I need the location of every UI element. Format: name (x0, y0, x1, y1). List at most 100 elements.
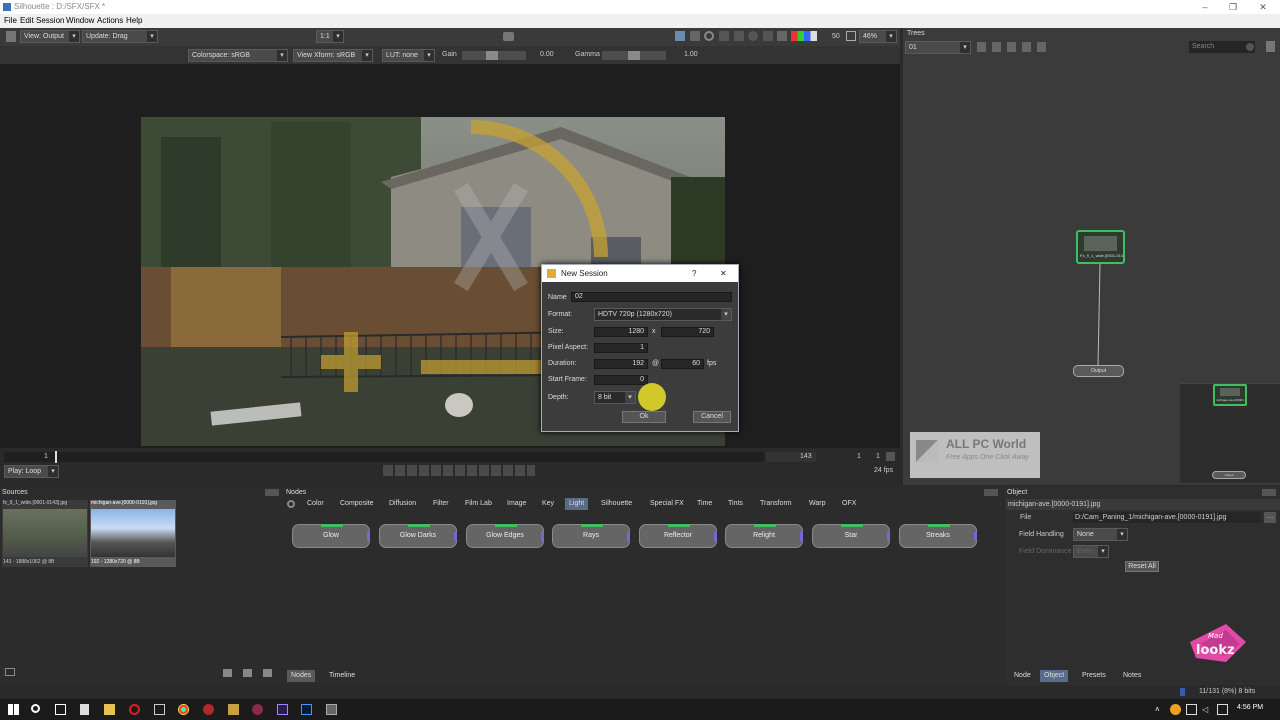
viewer-options-icon[interactable] (6, 31, 16, 42)
category-key[interactable]: Key (538, 498, 558, 510)
category-film-lab[interactable]: Film Lab (461, 498, 496, 510)
node-button-streaks[interactable]: Streaks (899, 524, 977, 548)
tab-timeline[interactable]: Timeline (325, 670, 359, 682)
tray-app-icon[interactable] (1170, 704, 1181, 715)
tray-expand-icon[interactable]: ˄ (1155, 704, 1166, 715)
camera-icon[interactable] (503, 32, 514, 41)
app-icon-purple[interactable] (252, 704, 263, 715)
ok-button[interactable]: Ok (622, 411, 666, 423)
timeline-track[interactable] (4, 452, 764, 462)
zoom-fit-icon[interactable] (846, 31, 856, 41)
pixel-aspect-field[interactable]: 1 (594, 343, 648, 353)
start-frame-field[interactable]: 0 (594, 375, 648, 385)
dialog-close-button[interactable]: ✕ (720, 265, 727, 282)
sources-layout-icons[interactable] (223, 669, 275, 677)
sources-panel-controls[interactable] (265, 489, 279, 496)
trash-icon[interactable] (1266, 41, 1275, 52)
browse-button[interactable]: … (1264, 512, 1276, 523)
fps-field[interactable]: 60 (661, 359, 704, 369)
grid-icon[interactable] (690, 31, 700, 41)
node-button-glow-edges[interactable]: Glow Edges (466, 524, 544, 548)
zoom-icon[interactable] (704, 31, 714, 41)
minimize-button[interactable]: – (1190, 0, 1220, 14)
node-button-star[interactable]: Star (812, 524, 890, 548)
notifications-icon[interactable] (1217, 704, 1228, 715)
colorspace-select[interactable]: Colorspace: sRGB ▾ (188, 49, 288, 62)
crosshair-icon[interactable] (734, 31, 744, 41)
app-icon-red[interactable] (203, 704, 214, 715)
menu-edit[interactable]: Edit (20, 14, 34, 28)
source-node[interactable]: Fx_9_1_wide.[0001-0143].jpg (1076, 230, 1125, 264)
node-button-glow[interactable]: Glow (292, 524, 370, 548)
category-filter[interactable]: Filter (429, 498, 453, 510)
object-panel-controls[interactable] (1262, 489, 1276, 496)
width-field[interactable]: 1280 (594, 327, 648, 337)
category-silhouette[interactable]: Silhouette (597, 498, 636, 510)
gamma-value[interactable]: 1.00 (684, 49, 698, 61)
play-mode-select[interactable]: Play: Loop ▾ (4, 465, 59, 478)
category-composite[interactable]: Composite (336, 498, 377, 510)
file-path-field[interactable]: D:/Cam_Paning_1/michigan-ave.[0000-0191]… (1073, 512, 1261, 523)
file-explorer-icon[interactable] (104, 704, 115, 715)
duration-field[interactable]: 192 (594, 359, 648, 369)
category-tints[interactable]: Tints (724, 498, 747, 510)
reset-all-button[interactable]: Reset All (1125, 561, 1159, 572)
target-icon[interactable] (748, 31, 758, 41)
source-item[interactable]: michigan-ave.[0000-0191].jpg 192 - 1280x… (90, 500, 176, 567)
fit-icon[interactable] (719, 31, 729, 41)
menu-file[interactable]: File (4, 14, 17, 28)
category-transform[interactable]: Transform (756, 498, 796, 510)
height-field[interactable]: 720 (661, 327, 714, 337)
lut-select[interactable]: LUT: none ▾ (382, 49, 435, 62)
gain-slider[interactable] (462, 51, 526, 60)
photoshop-icon[interactable] (301, 704, 312, 715)
frame-options-icon[interactable] (886, 452, 895, 461)
cancel-button[interactable]: Cancel (693, 411, 731, 423)
category-diffusion[interactable]: Diffusion (385, 498, 420, 510)
sources-view-icon[interactable] (5, 668, 15, 676)
view-xform-select[interactable]: View Xform: sRGB ▾ (293, 49, 373, 62)
ratio-select[interactable]: 1:1 ▾ (316, 30, 344, 43)
volume-icon[interactable]: ◁ (1202, 704, 1213, 715)
start-icon[interactable] (8, 704, 19, 715)
category-image[interactable]: Image (503, 498, 530, 510)
zoom-percent-select[interactable]: 46% ▾ (859, 30, 897, 43)
gain-value[interactable]: 0.00 (540, 49, 554, 61)
tab-notes[interactable]: Notes (1119, 670, 1145, 682)
help-button[interactable]: ? (692, 265, 696, 282)
timeline-end-frame[interactable]: 143 (800, 451, 812, 463)
rgb-channels-icon[interactable] (791, 31, 817, 41)
nodes-search-icon[interactable] (287, 500, 295, 508)
app-icon-yellow[interactable] (228, 704, 239, 715)
task-view-icon[interactable] (55, 704, 66, 715)
silhouette-taskbar-icon[interactable] (326, 704, 337, 715)
field-handling-select[interactable]: None ▾ (1073, 528, 1128, 541)
category-time[interactable]: Time (693, 498, 716, 510)
tree-select[interactable]: 01 ▾ (905, 41, 971, 54)
current-frame-a[interactable]: 1 (857, 451, 861, 463)
category-color[interactable]: Color (303, 498, 328, 510)
close-window-button[interactable]: ✕ (1248, 0, 1278, 14)
node-button-relight[interactable]: Relight (725, 524, 803, 548)
clear-search-icon[interactable] (1246, 43, 1254, 51)
current-frame-b[interactable]: 1 (876, 451, 880, 463)
category-light[interactable]: Light (565, 498, 589, 510)
monitor-icon[interactable] (675, 31, 685, 41)
menu-session[interactable]: Session (36, 14, 64, 28)
tab-object[interactable]: Object (1040, 670, 1069, 682)
node-button-glow-darks[interactable]: Glow Darks (379, 524, 457, 548)
format-select[interactable]: HDTV 720p (1280x720) ▾ (594, 308, 732, 321)
maximize-button[interactable]: ❐ (1218, 0, 1248, 14)
gamma-slider[interactable] (602, 51, 666, 60)
network-icon[interactable] (1186, 704, 1197, 715)
menu-help[interactable]: Help (126, 14, 142, 28)
category-special-fx[interactable]: Special FX (646, 498, 688, 510)
chrome-icon[interactable] (178, 704, 189, 715)
menu-window[interactable]: Window (66, 14, 94, 28)
playback-controls[interactable] (383, 465, 535, 476)
tab-presets[interactable]: Presets (1078, 670, 1110, 682)
nodes-panel[interactable] (284, 487, 1003, 685)
category-ofx[interactable]: OFX (838, 498, 860, 510)
opera-icon[interactable] (129, 704, 140, 715)
node-button-rays[interactable]: Rays (552, 524, 630, 548)
